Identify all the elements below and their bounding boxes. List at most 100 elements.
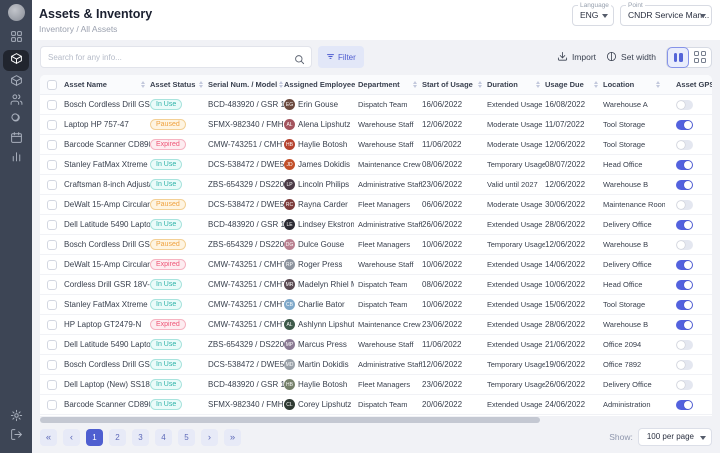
gps-toggle[interactable]	[676, 300, 693, 310]
gps-toggle[interactable]	[676, 120, 693, 130]
employee-name: Martin Dokidis	[298, 360, 349, 369]
asset-status-cell: Expired	[150, 139, 208, 150]
column-header-dept[interactable]: Department	[358, 75, 422, 95]
table-row: DeWalt 15-Amp Circular Sa... Expired CMW…	[40, 255, 712, 275]
gps-toggle[interactable]	[676, 160, 693, 170]
sort-icon[interactable]	[478, 81, 482, 89]
department: Warehouse Staff	[358, 340, 422, 349]
sidebar-item-calendar[interactable]	[3, 130, 29, 149]
gps-toggle[interactable]	[676, 340, 693, 350]
assigned-employee-cell: JD James Dokidis	[284, 159, 358, 170]
gps-toggle[interactable]	[676, 180, 693, 190]
row-checkbox[interactable]	[47, 160, 57, 170]
duration: Extended Usage	[487, 340, 545, 349]
gps-toggle[interactable]	[676, 380, 693, 390]
page-button-5[interactable]: 5	[178, 429, 195, 446]
column-header-emp[interactable]: Assigned Employee	[284, 75, 358, 95]
filter-button[interactable]: Filter	[318, 46, 364, 68]
asset-status-cell: In Use	[150, 339, 208, 350]
import-button[interactable]: Import	[557, 51, 596, 64]
gps-toggle[interactable]	[676, 200, 693, 210]
employee-name: Dulce Gouse	[298, 240, 344, 249]
row-checkbox[interactable]	[47, 200, 57, 210]
page-button-3[interactable]: 3	[132, 429, 149, 446]
sidebar-item-reports[interactable]	[3, 149, 29, 168]
sidebar-item-employees[interactable]	[3, 92, 29, 111]
gps-toggle[interactable]	[676, 100, 693, 110]
row-checkbox[interactable]	[47, 140, 57, 150]
sort-icon[interactable]	[656, 81, 660, 89]
start-of-usage: 26/06/2022	[422, 220, 487, 229]
gps-toggle[interactable]	[676, 360, 693, 370]
package-icon	[10, 74, 23, 92]
gps-toggle[interactable]	[676, 240, 693, 250]
sidebar-item-logout[interactable]	[3, 427, 29, 446]
status-badge: In Use	[150, 219, 182, 230]
sort-icon[interactable]	[413, 81, 417, 89]
grid-view-button[interactable]	[689, 47, 711, 68]
row-checkbox[interactable]	[47, 400, 57, 410]
assigned-employee-cell: HB Haylie Botosh	[284, 139, 358, 150]
gps-toggle[interactable]	[676, 260, 693, 270]
sidebar-item-assets[interactable]	[3, 50, 29, 71]
row-checkbox[interactable]	[47, 360, 57, 370]
row-checkbox[interactable]	[47, 240, 57, 250]
first-page-button[interactable]: «	[40, 429, 57, 446]
point-select[interactable]: Point CNDR Service Man...	[620, 5, 712, 26]
start-of-usage: 23/06/2022	[422, 180, 487, 189]
bar-chart-icon	[10, 150, 23, 168]
row-checkbox[interactable]	[47, 120, 57, 130]
horizontal-scrollbar[interactable]	[40, 417, 540, 423]
last-page-button[interactable]: »	[224, 429, 241, 446]
sort-icon[interactable]	[141, 81, 145, 89]
gps-toggle[interactable]	[676, 220, 693, 230]
usage-due: 19/06/2022	[545, 360, 603, 369]
row-checkbox[interactable]	[47, 280, 57, 290]
sidebar-item-finance[interactable]	[3, 111, 29, 130]
set-width-button[interactable]: Set width	[606, 51, 656, 64]
row-checkbox[interactable]	[47, 260, 57, 270]
column-header-start[interactable]: Start of Usage	[422, 75, 487, 95]
column-header-serial[interactable]: Serial Num. / Model	[208, 75, 284, 95]
sidebar-item-inventory[interactable]	[3, 73, 29, 92]
page-button-1[interactable]: 1	[86, 429, 103, 446]
column-header-status[interactable]: Asset Status	[150, 75, 208, 95]
per-page-select[interactable]: 100 per page	[638, 428, 712, 446]
gps-toggle[interactable]	[676, 140, 693, 150]
row-checkbox[interactable]	[47, 340, 57, 350]
row-checkbox[interactable]	[47, 300, 57, 310]
row-checkbox[interactable]	[47, 100, 57, 110]
asset-status-cell: In Use	[150, 279, 208, 290]
row-checkbox[interactable]	[47, 220, 57, 230]
sort-icon[interactable]	[594, 81, 598, 89]
row-checkbox[interactable]	[47, 320, 57, 330]
language-select[interactable]: Language ENG	[572, 5, 614, 26]
duration: Extended Usage	[487, 100, 545, 109]
next-page-button[interactable]: ›	[201, 429, 218, 446]
sidebar-item-settings[interactable]	[3, 408, 29, 427]
gps-toggle[interactable]	[676, 280, 693, 290]
column-header-gps[interactable]: Asset GPS	[665, 75, 712, 95]
gps-toggle[interactable]	[676, 320, 693, 330]
prev-page-button[interactable]: ‹	[63, 429, 80, 446]
column-header-loc[interactable]: Location	[603, 75, 665, 95]
sidebar-item-dashboard[interactable]	[3, 29, 29, 48]
column-view-button[interactable]	[667, 47, 689, 68]
row-checkbox-cell	[40, 120, 64, 130]
search-input[interactable]	[48, 47, 288, 67]
page-button-4[interactable]: 4	[155, 429, 172, 446]
sort-icon[interactable]	[279, 81, 283, 89]
asset-gps-cell	[665, 240, 712, 250]
column-header-dur[interactable]: Duration	[487, 75, 545, 95]
column-header-due[interactable]: Usage Due	[545, 75, 603, 95]
table-row: Barcode Scanner CD890 Expired CMW-743251…	[40, 135, 712, 155]
gps-toggle[interactable]	[676, 400, 693, 410]
set-width-icon	[606, 51, 617, 64]
sort-icon[interactable]	[199, 81, 203, 89]
sort-icon[interactable]	[536, 81, 540, 89]
select-all-checkbox[interactable]	[47, 80, 57, 90]
page-button-2[interactable]: 2	[109, 429, 126, 446]
row-checkbox[interactable]	[47, 380, 57, 390]
row-checkbox[interactable]	[47, 180, 57, 190]
column-header-name[interactable]: Asset Name	[64, 75, 150, 95]
